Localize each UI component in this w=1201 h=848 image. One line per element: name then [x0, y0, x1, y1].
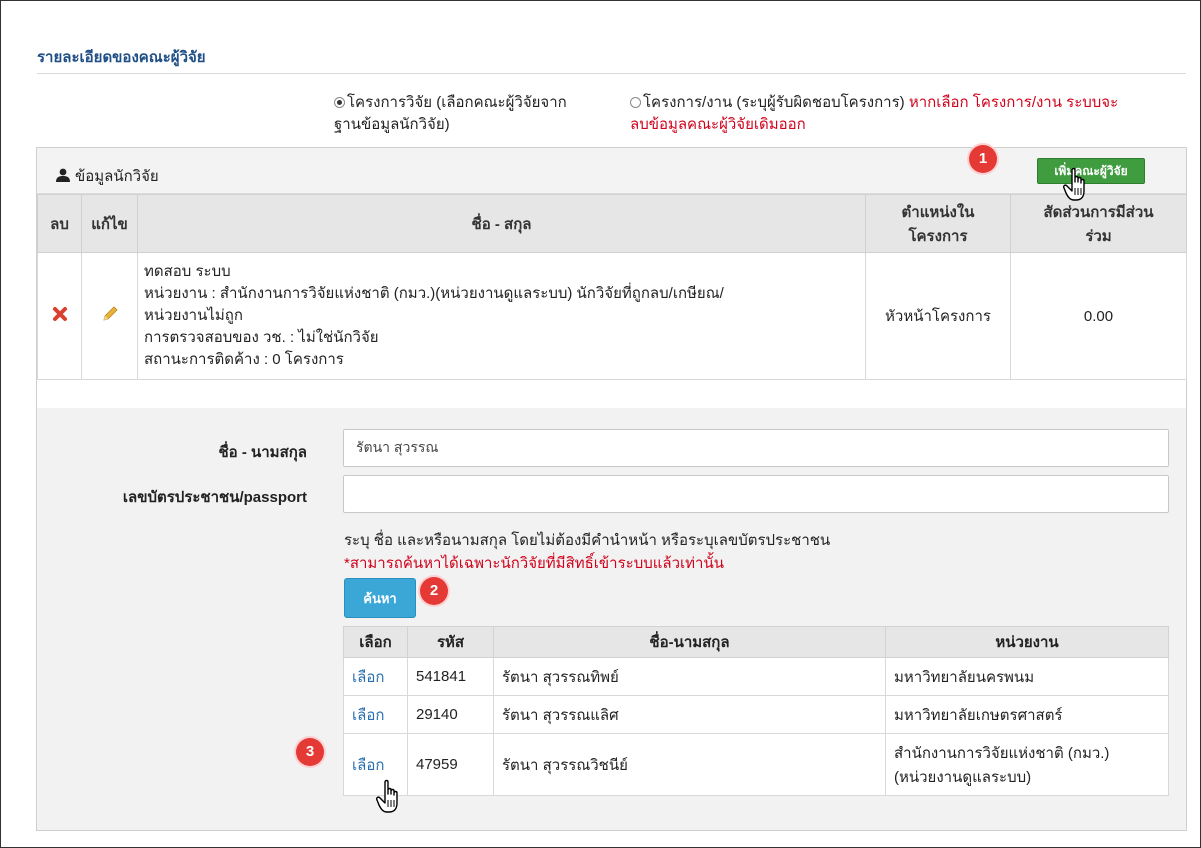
- search-hint: ระบุ ชื่อ และหรือนามสกุล โดยไม่ต้องมีคำน…: [344, 532, 831, 549]
- researcher-position: หัวหน้าโครงการ: [865, 252, 1011, 380]
- search-section: ชื่อ - นามสกุล เลขบัตรประชาชน/passport ร…: [37, 408, 1186, 830]
- result-name: รัตนา สุวรรณทิพย์: [493, 657, 886, 696]
- researcher-table: ลบ แก้ไข ชื่อ - สกุล ตำแหน่งในโครงการ สั…: [37, 194, 1187, 380]
- result-code: 29140: [407, 695, 494, 734]
- result-row: เลือก 541841 รัตนา สุวรรณทิพย์ มหาวิทยาล…: [343, 657, 1169, 696]
- edit-pencil-icon[interactable]: [101, 305, 119, 323]
- result-code: 541841: [407, 657, 494, 696]
- radio-work-warning-1: หากเลือก โครงการ/งาน ระบบจะ: [908, 94, 1119, 111]
- result-agency: สำนักงานการวิจัยแห่งชาติ (กมว.) (หน่วยงาน…: [885, 733, 1169, 796]
- res-col-agency: หน่วยงาน: [885, 626, 1169, 658]
- researcher-ratio: 0.00: [1010, 252, 1187, 380]
- edit-cell: [81, 252, 138, 380]
- researcher-row: ทดสอบ ระบบ หน่วยงาน : สำนักงานการวิจัยแห…: [37, 252, 1187, 380]
- researcher-name: ทดสอบ ระบบ: [144, 263, 231, 280]
- col-position-l1: ตำแหน่งใน: [901, 203, 975, 221]
- radio-work-label: โครงการ/งาน (ระบุผู้รับผิดชอบโครงการ): [643, 94, 905, 111]
- step-badge-2: 2: [420, 577, 448, 605]
- col-delete: ลบ: [37, 194, 82, 253]
- result-agency-l2: (หน่วยงานดูแลระบบ): [894, 768, 1032, 786]
- col-edit: แก้ไข: [81, 194, 138, 253]
- delete-cell: [37, 252, 82, 380]
- result-agency: มหาวิทยาลัยนครพนม: [885, 657, 1169, 696]
- select-link[interactable]: เลือก: [352, 757, 384, 774]
- step-badge-1: 1: [969, 145, 997, 173]
- results-header: เลือก รหัส ชื่อ-นามสกุล หน่วยงาน: [343, 626, 1169, 658]
- col-ratio: สัดส่วนการมีส่วนร่วม: [1010, 194, 1187, 253]
- panel-title: ข้อมูลนักวิจัย: [55, 164, 159, 188]
- researcher-table-header: ลบ แก้ไข ชื่อ - สกุล ตำแหน่งในโครงการ สั…: [37, 194, 1187, 253]
- id-search-input[interactable]: [343, 475, 1169, 513]
- result-agency: มหาวิทยาลัยเกษตรศาสตร์: [885, 695, 1169, 734]
- name-search-input[interactable]: [343, 429, 1169, 467]
- result-row: เลือก 29140 รัตนา สุวรรณแลิศ มหาวิทยาลัย…: [343, 695, 1169, 734]
- hand-pointer-icon: [1063, 167, 1085, 201]
- result-code: 47959: [407, 733, 494, 796]
- radio-research-label-1: โครงการวิจัย (เลือกคณะผู้วิจัยจาก: [347, 94, 567, 111]
- radio-work-project[interactable]: โครงการ/งาน (ระบุผู้รับผิดชอบโครงการ) หา…: [630, 92, 1118, 136]
- col-name: ชื่อ - สกุล: [137, 194, 866, 253]
- researcher-pending: สถานะการติดค้าง : 0 โครงการ: [144, 351, 344, 368]
- radio-work-warning-2: ลบข้อมูลคณะผู้วิจัยเดิมออก: [630, 116, 806, 133]
- step-badge-3: 3: [296, 738, 324, 766]
- result-name: รัตนา สุวรรณแลิศ: [493, 695, 886, 734]
- radio-research-label-2: ฐานข้อมูลนักวิจัย): [334, 116, 450, 133]
- researcher-agency-1: หน่วยงาน : สำนักงานการวิจัยแห่งชาติ (กมว…: [144, 285, 724, 302]
- hand-pointer-icon: [376, 779, 398, 813]
- result-name: รัตนา สุวรรณวิชนีย์: [493, 733, 886, 796]
- radio-research-project[interactable]: โครงการวิจัย (เลือกคณะผู้วิจัยจาก ฐานข้อ…: [334, 92, 567, 136]
- researcher-check: การตรวจสอบของ วช. : ไม่ใช่นักวิจัย: [144, 329, 379, 346]
- section-title: รายละเอียดของคณะผู้วิจัย: [37, 49, 206, 66]
- user-icon: [56, 168, 70, 182]
- col-ratio-l1: สัดส่วนการมีส่วน: [1043, 203, 1154, 221]
- col-position: ตำแหน่งในโครงการ: [865, 194, 1011, 253]
- col-ratio-l2: ร่วม: [1085, 227, 1112, 245]
- delete-x-icon[interactable]: [52, 306, 68, 322]
- researcher-detail: ทดสอบ ระบบ หน่วยงาน : สำนักงานการวิจัยแห…: [137, 252, 866, 380]
- researcher-panel: ข้อมูลนักวิจัย เพิ่มคณะผู้วิจัย ลบ แก้ไข…: [36, 147, 1187, 831]
- panel-title-text: ข้อมูลนักวิจัย: [75, 168, 159, 185]
- page-frame: รายละเอียดของคณะผู้วิจัย โครงการวิจัย (เ…: [0, 0, 1201, 848]
- result-agency-l1: สำนักงานการวิจัยแห่งชาติ (กมว.): [894, 744, 1110, 762]
- col-position-l2: โครงการ: [908, 227, 968, 245]
- res-col-pick: เลือก: [343, 626, 408, 658]
- select-link[interactable]: เลือก: [352, 707, 384, 724]
- res-col-name: ชื่อ-นามสกุล: [493, 626, 886, 658]
- title-divider: [37, 73, 1186, 74]
- radio-unchecked-icon[interactable]: [630, 97, 641, 108]
- researcher-agency-2: หน่วยงานไม่ถูก: [144, 307, 243, 324]
- search-warning: *สามารถค้นหาได้เฉพาะนักวิจัยที่มีสิทธิ์เ…: [344, 555, 724, 572]
- id-label: เลขบัตรประชาชน/passport: [122, 489, 307, 506]
- name-label: ชื่อ - นามสกุล: [218, 444, 307, 461]
- result-row: เลือก 47959 รัตนา สุวรรณวิชนีย์ สำนักงาน…: [343, 733, 1169, 796]
- select-link[interactable]: เลือก: [352, 669, 384, 686]
- res-col-code: รหัส: [407, 626, 494, 658]
- results-table: เลือก รหัส ชื่อ-นามสกุล หน่วยงาน เลือก 5…: [343, 626, 1169, 796]
- search-button[interactable]: ค้นหา: [344, 578, 416, 618]
- panel-header: ข้อมูลนักวิจัย เพิ่มคณะผู้วิจัย: [37, 148, 1186, 194]
- radio-checked-icon[interactable]: [334, 97, 345, 108]
